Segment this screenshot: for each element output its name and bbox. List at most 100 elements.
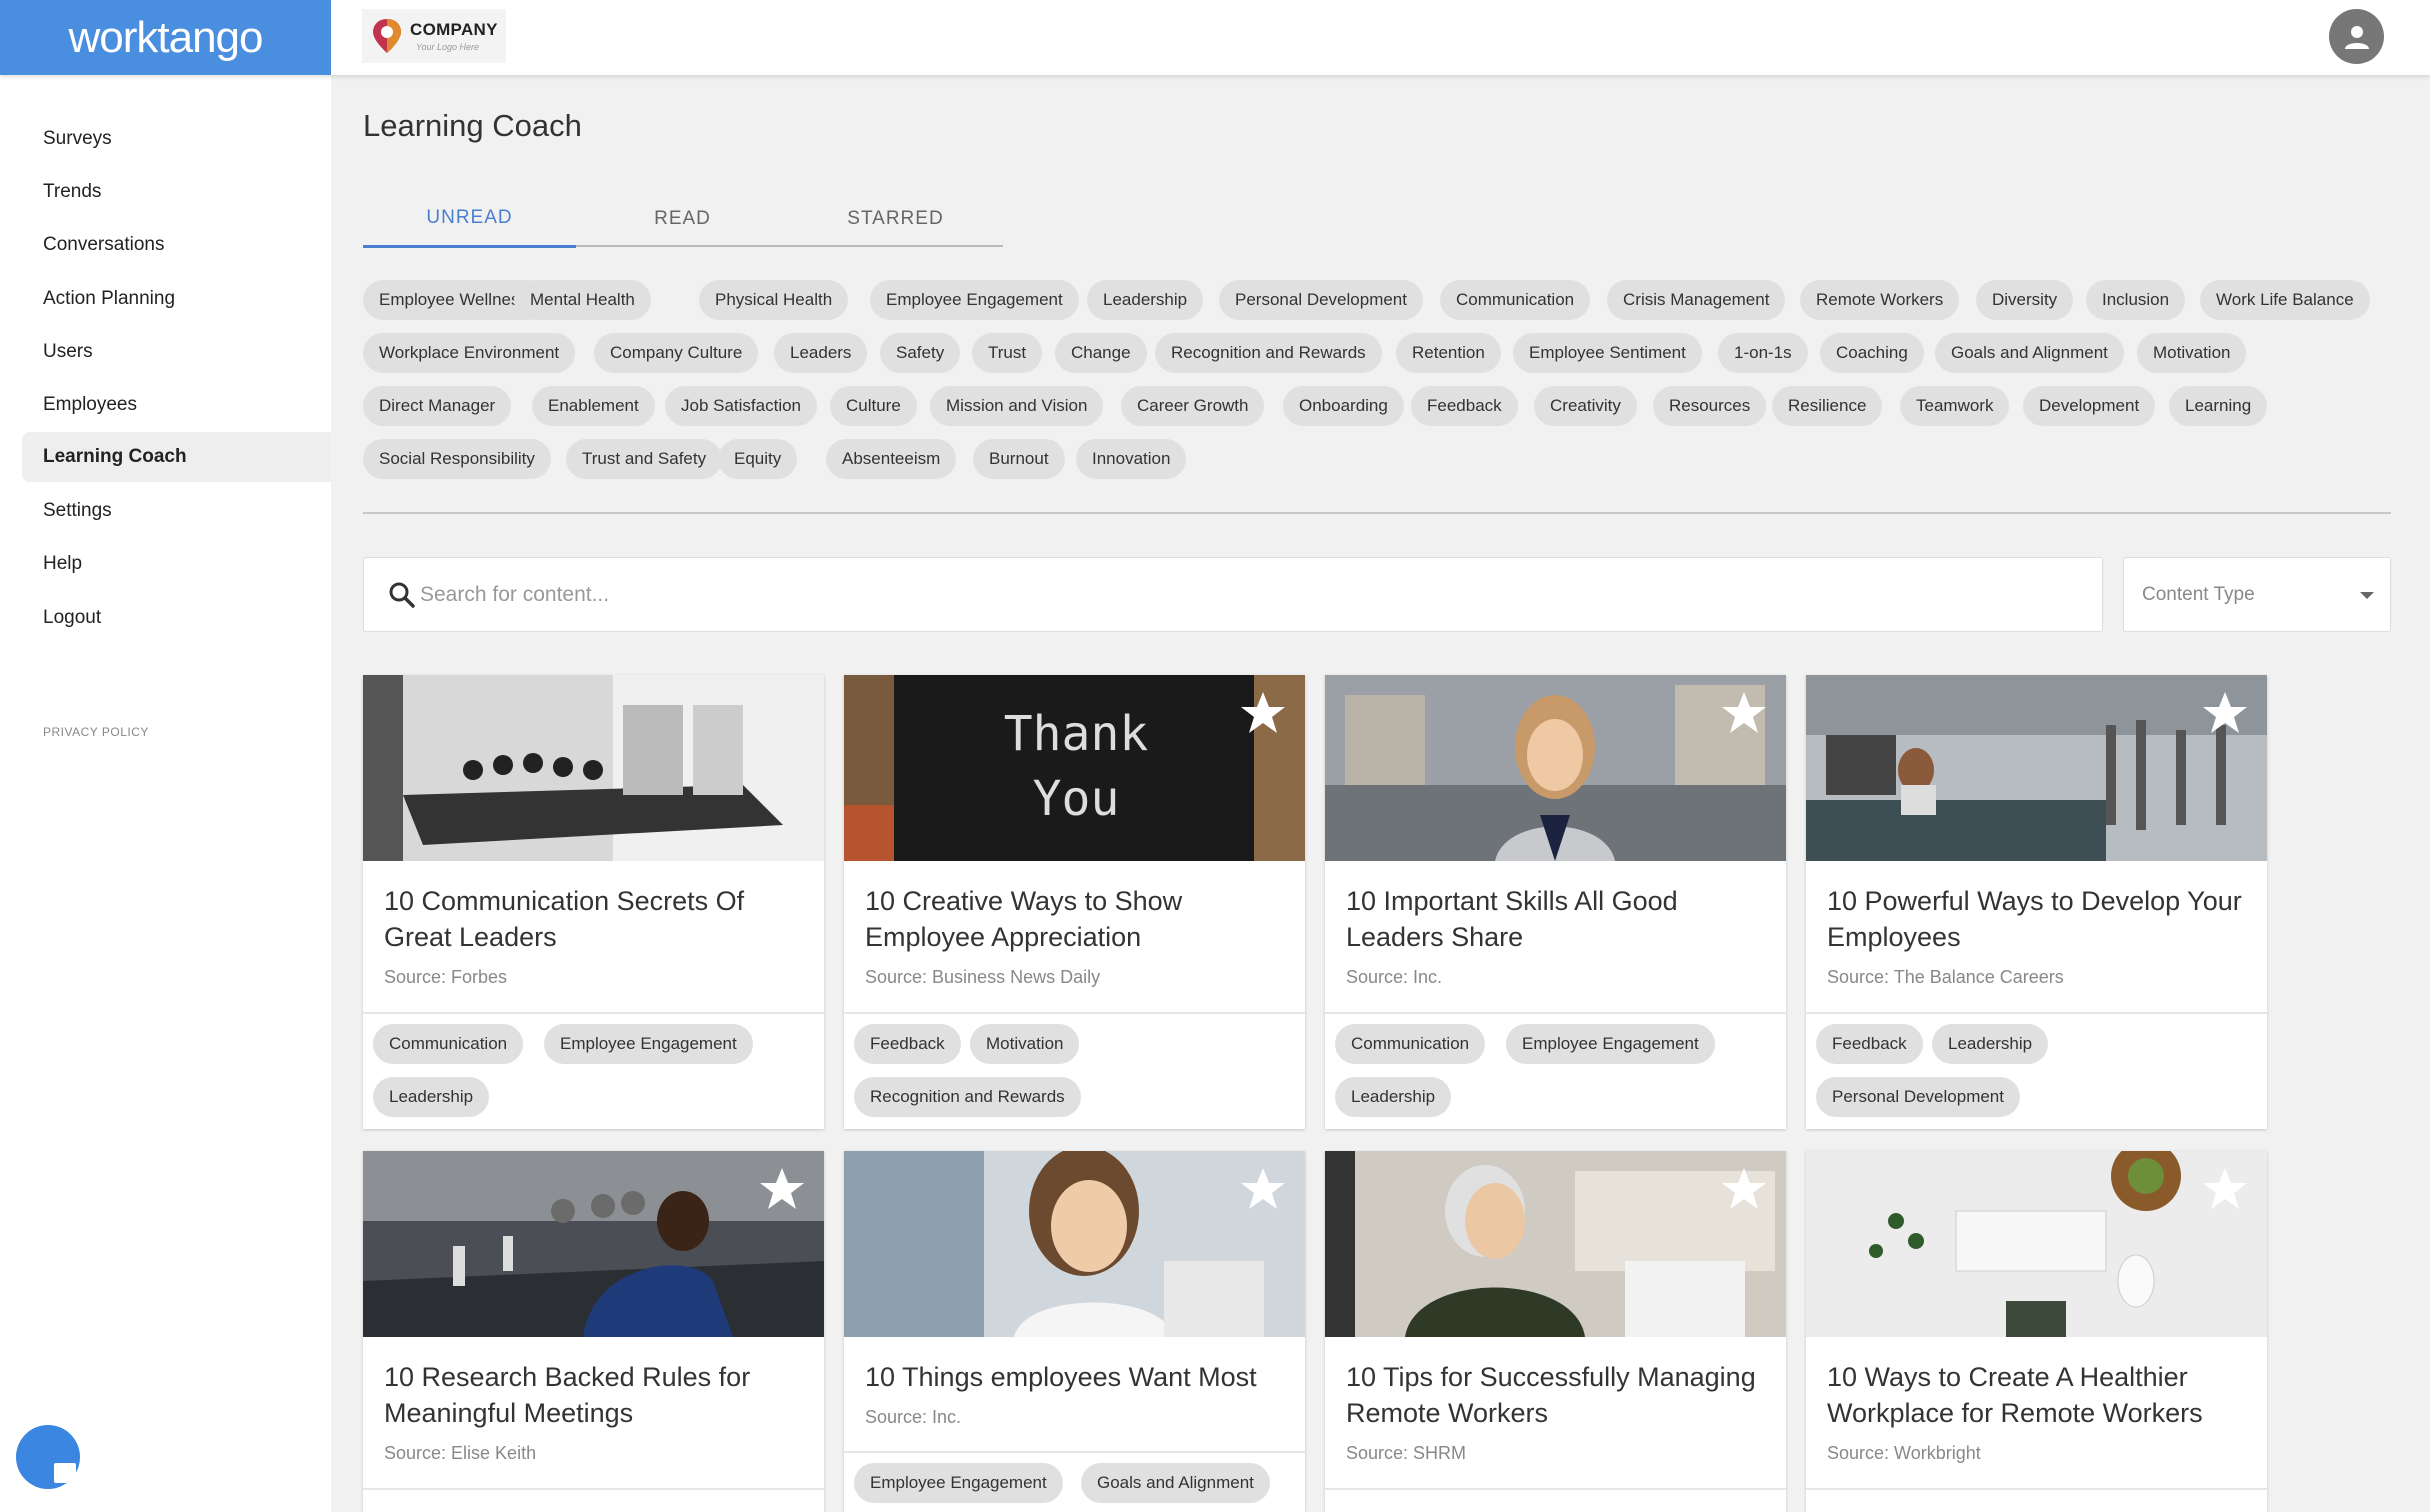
topic-chip[interactable]: Trust xyxy=(972,333,1043,373)
sidebar-item-conversations[interactable]: Conversations xyxy=(22,220,331,270)
topic-chip[interactable]: Learning xyxy=(2169,386,2268,426)
sidebar-item-trends[interactable]: Trends xyxy=(22,167,331,217)
topic-chip[interactable]: Career Growth xyxy=(1121,386,1265,426)
topic-chip[interactable]: Goals and Alignment xyxy=(1935,333,2124,373)
search-bar[interactable] xyxy=(363,557,2103,632)
topic-chip[interactable]: Inclusion xyxy=(2086,280,2186,320)
card-tag[interactable]: Motivation xyxy=(970,1024,1080,1064)
sidebar-item-help[interactable]: Help xyxy=(22,539,331,589)
star-icon[interactable] xyxy=(1239,1165,1287,1213)
privacy-policy-link[interactable]: PRIVACY POLICY xyxy=(43,725,149,739)
topic-chip[interactable]: Mission and Vision xyxy=(930,386,1104,426)
card-title[interactable]: 10 Tips for Successfully Managing Remote… xyxy=(1325,1337,1786,1431)
topic-chip[interactable]: Coaching xyxy=(1820,333,1924,373)
sidebar-item-settings[interactable]: Settings xyxy=(22,486,331,536)
star-icon[interactable] xyxy=(1239,689,1287,737)
tab-read[interactable]: READ xyxy=(576,190,789,247)
topic-chip[interactable]: Work Life Balance xyxy=(2200,280,2370,320)
card-title[interactable]: 10 Research Backed Rules for Meaningful … xyxy=(363,1337,824,1431)
topic-chip[interactable]: Culture xyxy=(830,386,917,426)
topic-chip[interactable]: Remote Workers xyxy=(1800,280,1960,320)
topic-chip[interactable]: Retention xyxy=(1396,333,1501,373)
topic-chip[interactable]: Onboarding xyxy=(1283,386,1404,426)
chat-widget-button[interactable] xyxy=(16,1425,80,1489)
topic-chip[interactable]: Recognition and Rewards xyxy=(1155,333,1382,373)
topic-chip[interactable]: Leadership xyxy=(1087,280,1204,320)
card-tag[interactable]: Leadership xyxy=(373,1077,490,1117)
star-icon[interactable] xyxy=(758,1165,806,1213)
content-card[interactable]: 10 Ways to Create A Healthier Workplace … xyxy=(1806,1151,2267,1512)
topic-chip[interactable]: Crisis Management xyxy=(1607,280,1786,320)
card-tag[interactable]: Employee Engagement xyxy=(544,1024,753,1064)
star-icon[interactable] xyxy=(2201,1165,2249,1213)
topic-chip[interactable]: Trust and Safety xyxy=(566,439,723,479)
topic-chip[interactable]: Employee Engagement xyxy=(870,280,1079,320)
topic-chip[interactable]: Workplace Environment xyxy=(363,333,576,373)
card-title[interactable]: 10 Things employees Want Most xyxy=(844,1337,1305,1395)
sidebar-item-action-planning[interactable]: Action Planning xyxy=(22,274,331,324)
topic-chip[interactable]: Direct Manager xyxy=(363,386,512,426)
user-avatar[interactable] xyxy=(2329,9,2384,64)
topic-chip[interactable]: Social Responsibility xyxy=(363,439,551,479)
tab-starred[interactable]: STARRED xyxy=(789,190,1002,247)
card-title[interactable]: 10 Ways to Create A Healthier Workplace … xyxy=(1806,1337,2267,1431)
topic-chip[interactable]: Change xyxy=(1055,333,1147,373)
topic-chip[interactable]: Diversity xyxy=(1976,280,2074,320)
content-card[interactable]: 10 Powerful Ways to Develop Your Employe… xyxy=(1806,675,2267,1129)
content-card[interactable]: 10 Things employees Want Most Source: Inc… xyxy=(844,1151,1305,1512)
topic-chip[interactable]: Development xyxy=(2023,386,2156,426)
card-tag[interactable]: Feedback xyxy=(854,1024,961,1064)
card-tag[interactable]: Employee Engagement xyxy=(854,1463,1063,1503)
topic-chip[interactable]: Creativity xyxy=(1534,386,1637,426)
star-icon[interactable] xyxy=(1720,1165,1768,1213)
card-tag[interactable]: Communication xyxy=(1335,1024,1486,1064)
topic-chip[interactable]: Personal Development xyxy=(1219,280,1423,320)
card-title[interactable]: 10 Powerful Ways to Develop Your Employe… xyxy=(1806,861,2267,955)
tab-unread[interactable]: UNREAD xyxy=(363,190,576,248)
card-title[interactable]: 10 Important Skills All Good Leaders Sha… xyxy=(1325,861,1786,955)
sidebar-item-learning-coach[interactable]: Learning Coach xyxy=(22,432,331,482)
card-tag[interactable]: Feedback xyxy=(1816,1024,1923,1064)
topic-chip[interactable]: Job Satisfaction xyxy=(665,386,818,426)
content-card[interactable]: Thank You 10 Creative Ways to Show Employe… xyxy=(844,675,1305,1129)
content-card[interactable]: 10 Important Skills All Good Leaders Sha… xyxy=(1325,675,1786,1129)
topic-chip[interactable]: Communication xyxy=(1440,280,1591,320)
topic-chip[interactable]: Safety xyxy=(880,333,961,373)
card-tag[interactable]: Leadership xyxy=(1335,1077,1452,1117)
card-title[interactable]: 10 Communication Secrets Of Great Leader… xyxy=(363,861,824,955)
card-tag[interactable]: Employee Engagement xyxy=(1506,1024,1715,1064)
sidebar-item-logout[interactable]: Logout xyxy=(22,593,331,643)
content-card[interactable]: 10 Tips for Successfully Managing Remote… xyxy=(1325,1151,1786,1512)
topic-chip[interactable]: Motivation xyxy=(2137,333,2247,373)
sidebar-item-employees[interactable]: Employees xyxy=(22,380,331,430)
topic-chip[interactable]: Company Culture xyxy=(594,333,759,373)
topic-chip[interactable]: Burnout xyxy=(973,439,1065,479)
content-card[interactable]: 10 Research Backed Rules for Meaningful … xyxy=(363,1151,824,1512)
card-tag[interactable]: Recognition and Rewards xyxy=(854,1077,1081,1117)
brand-logo[interactable]: worktango xyxy=(0,0,331,75)
topic-chip[interactable]: Physical Health xyxy=(699,280,849,320)
topic-chip[interactable]: Absenteeism xyxy=(826,439,957,479)
topic-chip[interactable]: Feedback xyxy=(1411,386,1518,426)
star-icon[interactable] xyxy=(1720,689,1768,737)
topic-chip[interactable]: Resources xyxy=(1653,386,1767,426)
star-icon[interactable] xyxy=(2201,689,2249,737)
content-type-select[interactable]: Content Type xyxy=(2123,557,2391,632)
card-tag[interactable]: Goals and Alignment xyxy=(1081,1463,1270,1503)
card-tag[interactable]: Personal Development xyxy=(1816,1077,2020,1117)
topic-chip[interactable]: Resilience xyxy=(1772,386,1883,426)
card-title[interactable]: 10 Creative Ways to Show Employee Apprec… xyxy=(844,861,1305,955)
sidebar-item-surveys[interactable]: Surveys xyxy=(22,114,331,164)
content-card[interactable]: 10 Communication Secrets Of Great Leader… xyxy=(363,675,824,1129)
topic-chip[interactable]: Leaders xyxy=(774,333,868,373)
topic-chip[interactable]: 1-on-1s xyxy=(1718,333,1808,373)
card-tag[interactable]: Leadership xyxy=(1932,1024,2049,1064)
search-input[interactable] xyxy=(420,582,2020,607)
topic-chip[interactable]: Teamwork xyxy=(1900,386,2010,426)
sidebar-item-users[interactable]: Users xyxy=(22,327,331,377)
topic-chip[interactable]: Equity xyxy=(718,439,798,479)
card-tag[interactable]: Communication xyxy=(373,1024,524,1064)
topic-chip[interactable]: Enablement xyxy=(532,386,655,426)
topic-chip[interactable]: Employee Sentiment xyxy=(1513,333,1702,373)
topic-chip[interactable]: Innovation xyxy=(1076,439,1187,479)
